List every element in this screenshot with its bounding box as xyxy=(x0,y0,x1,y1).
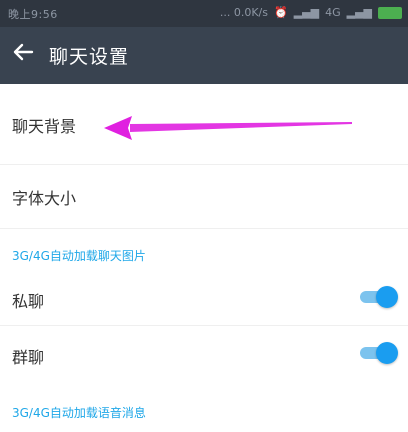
group-chat-label: 群聊 xyxy=(12,348,45,367)
signal-icon-2: ▂▄▆ xyxy=(346,6,372,19)
private-chat-item[interactable]: 私聊 xyxy=(0,272,408,324)
page-title: 聊天设置 xyxy=(49,46,130,68)
group-chat-item[interactable]: 群聊 xyxy=(0,326,408,378)
font-size-item[interactable]: 字体大小 xyxy=(0,165,408,228)
toggle-thumb xyxy=(376,286,398,308)
auto-load-images-header: 3G/4G自动加载聊天图片 xyxy=(12,249,146,263)
chat-background-label: 聊天背景 xyxy=(12,117,77,136)
network-type: 4G xyxy=(325,6,341,19)
toggle-thumb xyxy=(376,342,398,364)
font-size-label: 字体大小 xyxy=(12,189,77,208)
chat-background-item[interactable]: 聊天背景 xyxy=(0,84,408,164)
divider xyxy=(0,228,408,229)
battery-icon xyxy=(378,6,402,19)
private-chat-label: 私聊 xyxy=(12,292,45,311)
private-chat-toggle[interactable] xyxy=(360,286,398,308)
status-bar: 晚上9:56 ... 0.0K/s ⏰ ▂▄▆ 4G ▂▄▆ xyxy=(0,0,408,27)
group-chat-toggle[interactable] xyxy=(360,342,398,364)
status-time: 晚上9:56 xyxy=(8,8,58,21)
toolbar: 聊天设置 xyxy=(0,27,408,84)
status-icons: ... 0.0K/s ⏰ ▂▄▆ 4G ▂▄▆ xyxy=(220,6,402,19)
alarm-icon: ⏰ xyxy=(273,6,288,19)
auto-load-voice-header: 3G/4G自动加载语音消息 xyxy=(12,406,146,420)
signal-icon: ▂▄▆ xyxy=(293,6,320,19)
network-speed: ... 0.0K/s xyxy=(219,6,268,19)
arrow-left-icon[interactable] xyxy=(12,41,34,63)
